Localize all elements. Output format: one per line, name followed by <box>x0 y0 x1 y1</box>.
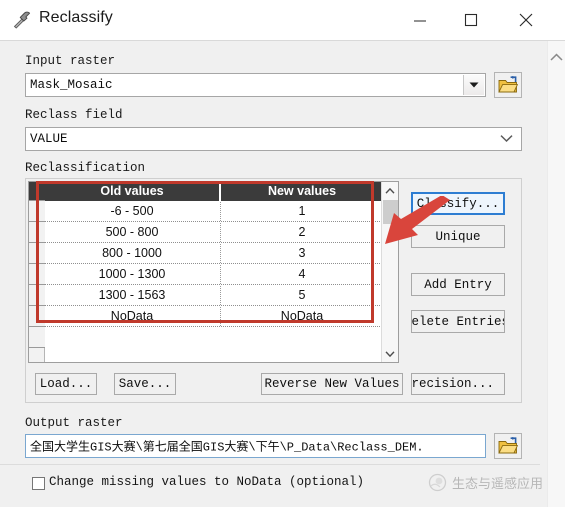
dialog-content: Input raster Mask_Mosaic Reclass field V… <box>0 41 543 507</box>
output-raster-browse-button[interactable] <box>494 433 522 459</box>
input-raster-combo[interactable]: Mask_Mosaic <box>25 73 486 97</box>
table-row[interactable]: -6 - 500 1 <box>45 201 398 222</box>
divider <box>0 464 540 465</box>
output-raster-label: Output raster <box>25 416 123 430</box>
output-raster-value: 全国大学生GIS大赛\第七届全国GIS大赛\下午\P_Data\Reclass_… <box>30 440 424 455</box>
table-area: Old values New values -6 - 500 1 500 - 8… <box>45 182 398 362</box>
hammer-tool-icon <box>11 9 33 31</box>
title-bar: Reclassify <box>0 0 565 41</box>
dialog-scrollbar[interactable] <box>547 41 565 507</box>
reclassify-dialog: Reclassify Input raster Mask_Mosaic Recl… <box>0 0 565 507</box>
save-button-label: Save... <box>118 377 172 391</box>
cell-old-value[interactable]: 1300 - 1563 <box>45 285 219 305</box>
table-row[interactable]: NoData NoData <box>45 306 398 327</box>
row-header-cell[interactable] <box>29 285 45 306</box>
cell-new-value[interactable]: NoData <box>221 306 383 326</box>
output-raster-input[interactable]: 全国大学生GIS大赛\第七届全国GIS大赛\下午\P_Data\Reclass_… <box>25 434 486 458</box>
classify-button-label: Classify... <box>416 196 500 211</box>
circular-logo-icon <box>428 473 447 492</box>
change-missing-values-label: Change missing values to NoData (optiona… <box>49 475 365 489</box>
watermark: 生态与遥感应用 <box>428 473 543 492</box>
checkbox-box[interactable] <box>32 477 45 490</box>
cell-old-value[interactable]: NoData <box>45 306 219 326</box>
watermark-text: 生态与遥感应用 <box>452 476 544 491</box>
row-header-cell[interactable] <box>29 327 45 348</box>
table-row[interactable]: 800 - 1000 3 <box>45 243 398 264</box>
scroll-up-icon[interactable] <box>382 182 398 199</box>
unique-button[interactable]: Unique <box>411 225 505 248</box>
scroll-down-icon[interactable] <box>382 345 398 362</box>
column-header-new-values[interactable]: New values <box>221 182 383 201</box>
table-header-row: Old values New values <box>45 182 398 201</box>
reverse-new-values-button-label: Reverse New Values <box>264 377 400 391</box>
precision-button-label: Precision... <box>411 377 495 391</box>
table-scrollbar[interactable] <box>381 182 398 362</box>
precision-button[interactable]: Precision... <box>411 373 505 395</box>
add-entry-button[interactable]: Add Entry <box>411 273 505 296</box>
input-raster-label: Input raster <box>25 54 116 68</box>
unique-button-label: Unique <box>435 229 481 244</box>
row-header-cell[interactable] <box>29 201 45 222</box>
window-title: Reclassify <box>39 9 113 26</box>
dialog-body: Input raster Mask_Mosaic Reclass field V… <box>0 41 565 507</box>
cell-new-value[interactable]: 3 <box>221 243 383 263</box>
input-raster-browse-button[interactable] <box>494 72 522 98</box>
scrollbar-thumb[interactable] <box>383 200 398 224</box>
load-button-label: Load... <box>39 377 93 391</box>
cell-old-value[interactable]: 500 - 800 <box>45 222 219 242</box>
cell-new-value[interactable]: 1 <box>221 201 383 221</box>
delete-entries-button[interactable]: Delete Entries <box>411 310 505 333</box>
table-row[interactable]: 1300 - 1563 5 <box>45 285 398 306</box>
row-header-corner <box>29 182 45 201</box>
close-button[interactable] <box>503 0 549 40</box>
row-header-cell[interactable] <box>29 306 45 327</box>
cell-new-value[interactable]: 4 <box>221 264 383 284</box>
cell-new-value[interactable]: 2 <box>221 222 383 242</box>
cell-old-value[interactable]: 800 - 1000 <box>45 243 219 263</box>
reclassification-label: Reclassification <box>25 161 146 175</box>
row-header-cell[interactable] <box>29 264 45 285</box>
reclassification-table[interactable]: Old values New values -6 - 500 1 500 - 8… <box>28 181 399 363</box>
add-entry-button-label: Add Entry <box>424 277 492 292</box>
reclass-field-value: VALUE <box>30 132 68 146</box>
row-header-column <box>29 182 45 362</box>
reclassification-panel: Old values New values -6 - 500 1 500 - 8… <box>25 178 522 403</box>
reclass-field-combo[interactable]: VALUE <box>25 127 522 151</box>
cell-old-value[interactable]: 1000 - 1300 <box>45 264 219 284</box>
chevron-down-icon[interactable] <box>500 130 513 148</box>
chevron-down-icon[interactable] <box>463 75 484 95</box>
table-row-empty[interactable] <box>45 327 398 348</box>
load-button[interactable]: Load... <box>35 373 97 395</box>
row-header-cell[interactable] <box>29 222 45 243</box>
cell-old-value[interactable]: -6 - 500 <box>45 201 219 221</box>
row-header-cell[interactable] <box>29 243 45 264</box>
table-row[interactable]: 1000 - 1300 4 <box>45 264 398 285</box>
table-row[interactable]: 500 - 800 2 <box>45 222 398 243</box>
reclass-field-label: Reclass field <box>25 108 123 122</box>
minimize-button[interactable] <box>397 0 443 40</box>
cell-new-value[interactable]: 5 <box>221 285 383 305</box>
delete-entries-button-label: Delete Entries <box>411 314 505 329</box>
scroll-up-icon[interactable] <box>548 49 565 67</box>
classify-button[interactable]: Classify... <box>411 192 505 215</box>
input-raster-value: Mask_Mosaic <box>30 78 113 92</box>
save-button[interactable]: Save... <box>114 373 176 395</box>
maximize-button[interactable] <box>448 0 494 40</box>
column-header-old-values[interactable]: Old values <box>45 182 219 201</box>
reverse-new-values-button[interactable]: Reverse New Values <box>261 373 403 395</box>
